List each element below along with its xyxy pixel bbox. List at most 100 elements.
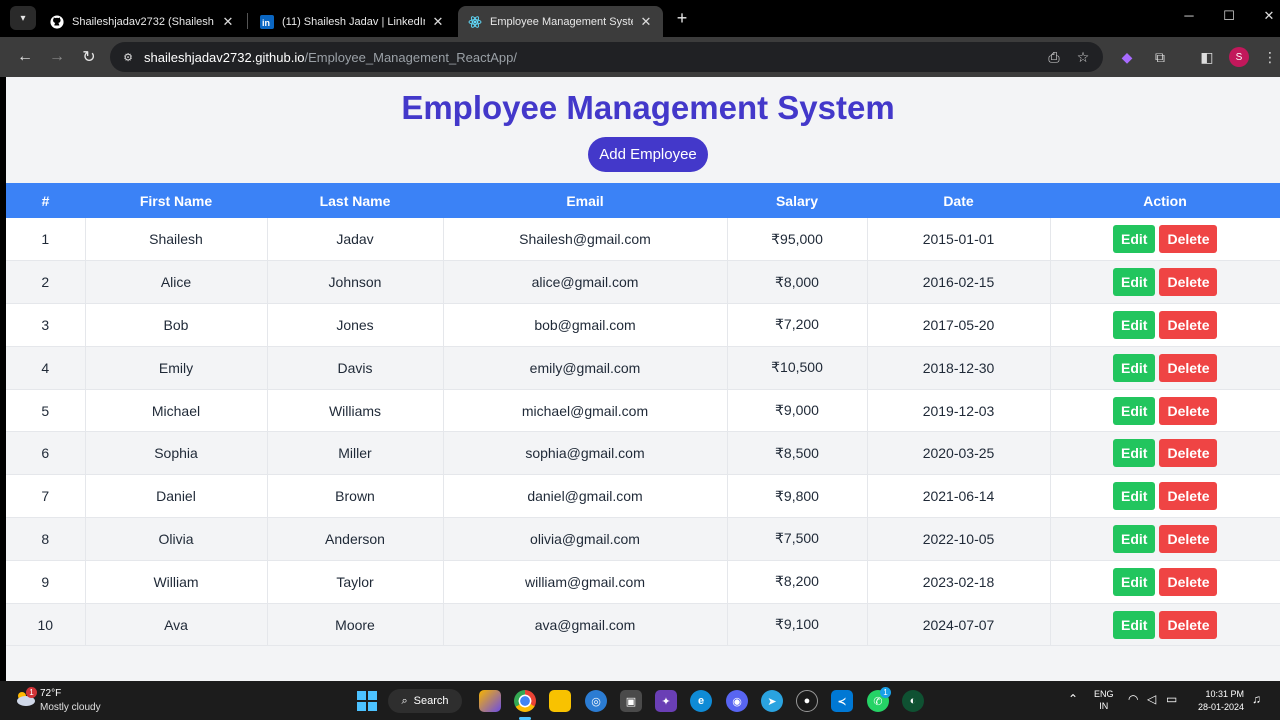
delete-button[interactable]: Delete	[1159, 353, 1218, 382]
discord-icon[interactable]: ◉	[726, 690, 748, 712]
reload-icon[interactable]: ↻	[78, 46, 100, 68]
email-cell: alice@gmail.com	[443, 260, 728, 305]
column-header: #	[6, 183, 85, 218]
edge-icon[interactable]: e	[690, 690, 712, 712]
last-name-cell: Miller	[267, 431, 444, 476]
close-icon[interactable]: ✕	[639, 14, 653, 30]
vpn-icon[interactable]: ◐	[902, 690, 924, 712]
edit-button[interactable]: Edit	[1113, 524, 1156, 553]
back-arrow-icon[interactable]: ←	[14, 46, 36, 68]
edit-button[interactable]: Edit	[1113, 353, 1156, 382]
extensions-puzzle-icon[interactable]: ⧉	[1150, 47, 1170, 67]
taskbar-search[interactable]: ⌕ Search	[388, 689, 462, 713]
last-name-cell: Davis	[267, 346, 444, 390]
column-header: First Name	[85, 183, 267, 218]
react-icon	[468, 15, 482, 29]
close-icon[interactable]: ✕	[221, 14, 235, 30]
telegram-icon[interactable]: ➤	[761, 690, 783, 712]
store-icon[interactable]: ▣	[620, 690, 642, 712]
edit-button[interactable]: Edit	[1113, 482, 1156, 511]
system-clock[interactable]: 10:31 PM 28-01-2024	[1190, 688, 1244, 714]
edit-button[interactable]: Edit	[1113, 610, 1156, 639]
email-cell: sophia@gmail.com	[443, 431, 728, 476]
add-employee-button[interactable]: Add Employee	[588, 137, 708, 172]
edit-button[interactable]: Edit	[1113, 225, 1156, 254]
chrome-icon[interactable]	[514, 690, 536, 712]
table-row: 7 Daniel Brown daniel@gmail.com ₹9,800 2021-0…	[6, 474, 1280, 519]
search-label: Search	[413, 695, 449, 707]
edit-button[interactable]: Edit	[1113, 396, 1156, 425]
last-name-cell: Johnson	[267, 260, 444, 305]
search-icon: ⌕	[401, 694, 408, 707]
email-cell: olivia@gmail.com	[443, 517, 728, 561]
hidden-icons-chevron-icon[interactable]: ⌃	[1068, 692, 1078, 706]
tab-employee-management[interactable]: Employee Management System ✕	[458, 6, 663, 37]
extension-icon[interactable]: ◆	[1117, 47, 1137, 67]
battery-icon[interactable]: ▭	[1166, 692, 1177, 706]
delete-button[interactable]: Delete	[1159, 310, 1218, 339]
file-explorer-icon[interactable]	[549, 690, 571, 712]
delete-button[interactable]: Delete	[1159, 482, 1218, 511]
row-number-cell: 6	[6, 431, 86, 476]
table-row: 10 Ava Moore ava@gmail.com ₹9,100 2024-07-07 E…	[6, 603, 1280, 647]
bookmark-star-icon[interactable]: ☆	[1074, 48, 1092, 66]
side-panel-icon[interactable]: ◧	[1197, 47, 1217, 67]
tab-search-button[interactable]: ▾	[10, 6, 36, 30]
last-name-cell: Anderson	[267, 517, 444, 561]
forward-arrow-icon[interactable]: →	[46, 46, 68, 68]
edit-button[interactable]: Edit	[1113, 268, 1156, 297]
copilot-icon[interactable]	[479, 690, 501, 712]
vscode-icon[interactable]: ≺	[831, 690, 853, 712]
tab-linkedin[interactable]: in (11) Shailesh Jadav | LinkedIn ✕	[250, 6, 455, 37]
delete-button[interactable]: Delete	[1159, 524, 1218, 553]
edit-button[interactable]: Edit	[1113, 567, 1156, 596]
date-cell: 2021-06-14	[867, 474, 1051, 519]
first-name-cell: Sophia	[85, 431, 268, 476]
github-desktop-icon[interactable]: ●	[796, 690, 818, 712]
date-cell: 2024-07-07	[867, 603, 1051, 647]
salary-cell: ₹8,000	[727, 260, 868, 305]
edit-button[interactable]: Edit	[1113, 310, 1156, 339]
language-indicator[interactable]: ENG IN	[1094, 688, 1114, 712]
more-menu-icon[interactable]: ⋮	[1260, 47, 1280, 67]
close-icon[interactable]: ✕	[431, 14, 445, 30]
edit-button[interactable]: Edit	[1113, 439, 1156, 468]
delete-button[interactable]: Delete	[1159, 225, 1218, 254]
profile-avatar[interactable]: S	[1229, 47, 1249, 67]
outlook-icon[interactable]: ◎	[585, 690, 607, 712]
tab-title: Shaileshjadav2732 (Shailesh Jadav)	[72, 15, 215, 28]
email-cell: michael@gmail.com	[443, 389, 728, 433]
column-header: Salary	[727, 183, 867, 218]
delete-button[interactable]: Delete	[1159, 439, 1218, 468]
email-cell: emily@gmail.com	[443, 346, 728, 390]
install-app-icon[interactable]: ⎙	[1045, 48, 1063, 66]
notification-bell-icon[interactable]: ♫	[1252, 692, 1261, 706]
delete-button[interactable]: Delete	[1159, 268, 1218, 297]
ide-icon[interactable]: ✦	[655, 690, 677, 712]
tab-github[interactable]: Shaileshjadav2732 (Shailesh Jadav) ✕	[40, 6, 245, 37]
address-bar[interactable]: ⚙ shaileshjadav2732.github.io/Employee_M…	[110, 42, 1103, 72]
new-tab-button[interactable]: +	[672, 8, 692, 29]
site-settings-icon[interactable]: ⚙	[120, 49, 136, 65]
page-title: Employee Management System	[401, 89, 895, 126]
delete-button[interactable]: Delete	[1159, 396, 1218, 425]
delete-button[interactable]: Delete	[1159, 567, 1218, 596]
salary-cell: ₹9,800	[727, 474, 868, 519]
svg-text:in: in	[262, 18, 270, 28]
action-cell: Edit Delete	[1050, 560, 1280, 604]
salary-cell: ₹8,500	[727, 431, 868, 476]
tab-title: Employee Management System	[490, 15, 633, 28]
first-name-cell: Shailesh	[85, 218, 268, 262]
email-cell: daniel@gmail.com	[443, 474, 728, 519]
delete-button[interactable]: Delete	[1159, 610, 1218, 639]
maximize-button[interactable]: ☐	[1219, 8, 1239, 24]
wifi-icon[interactable]: ◠	[1128, 692, 1138, 706]
action-cell: Edit Delete	[1050, 389, 1280, 433]
email-cell: william@gmail.com	[443, 560, 728, 604]
speaker-icon[interactable]: ◁	[1147, 692, 1156, 706]
table-row: 5 Michael Williams michael@gmail.com ₹9,000 2…	[6, 389, 1280, 433]
last-name-cell: Jadav	[267, 218, 444, 262]
windows-start-icon[interactable]	[357, 691, 377, 711]
close-window-button[interactable]: ✕	[1259, 8, 1279, 24]
minimize-button[interactable]: ─	[1179, 8, 1199, 23]
